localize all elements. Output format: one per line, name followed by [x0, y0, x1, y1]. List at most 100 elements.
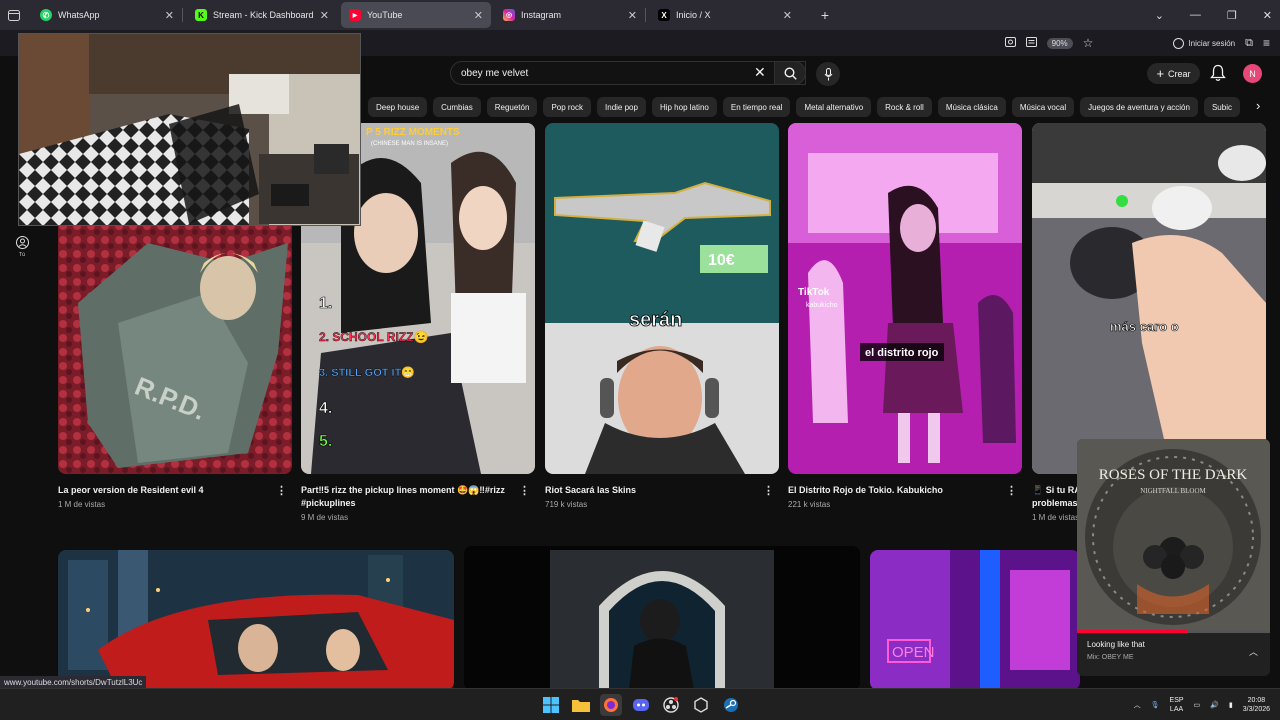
clock[interactable]: 20:08 3/3/2026 — [1243, 696, 1270, 714]
file-explorer-icon[interactable] — [570, 694, 592, 716]
create-button[interactable]: + Crear — [1147, 63, 1200, 84]
distrito-overlay: el distrito rojo — [865, 347, 939, 359]
display-tray-icon[interactable]: ▭ — [1194, 701, 1201, 709]
more-options-icon[interactable]: ⋮ — [1006, 484, 1017, 497]
search-input[interactable] — [461, 66, 751, 81]
reader-mode-icon[interactable] — [1025, 37, 1037, 49]
language-code: ESP — [1169, 697, 1184, 704]
language-indicator[interactable]: ESP LAA — [1170, 696, 1184, 714]
now-playing-playlist: Mix: OBEY ME — [1087, 654, 1134, 661]
chip[interactable]: Rock & roll — [877, 97, 932, 117]
now-playing-title[interactable]: Looking like that — [1087, 640, 1145, 649]
tab-youtube[interactable]: ▶ YouTube ✕ — [341, 2, 491, 28]
album-art[interactable]: ROSES OF THE DARK NIGHTFALL BLOOM — [1077, 439, 1270, 631]
tab-divider — [182, 8, 183, 22]
chip[interactable]: Deep house — [368, 97, 428, 117]
video-thumbnail[interactable] — [464, 546, 860, 688]
windows-start-icon[interactable] — [540, 694, 562, 716]
tab-x[interactable]: X Inicio / X ✕ — [650, 2, 800, 28]
chevron-down-icon[interactable]: ⌄ — [1155, 9, 1164, 22]
more-options-icon[interactable]: ⋮ — [276, 484, 287, 497]
menu-icon[interactable]: ≡ — [1263, 36, 1270, 50]
clear-search-icon[interactable]: ✕ — [754, 64, 766, 81]
whatsapp-icon: ✆ — [40, 9, 52, 21]
instagram-icon: ◎ — [503, 9, 515, 21]
short-views: 1 M de vistas — [1032, 513, 1080, 522]
screenshot-icon[interactable] — [1004, 37, 1016, 49]
chip[interactable]: Música clásica — [937, 97, 1006, 117]
close-window-button[interactable]: ✕ — [1263, 9, 1272, 22]
short-thumbnail[interactable]: 10€ serán — [545, 123, 779, 474]
short-title[interactable]: Part‼5 rizz the pickup lines moment 🤩😱‼#… — [301, 484, 511, 510]
nav-you[interactable]: Tú — [0, 236, 44, 258]
chip[interactable]: Indie pop — [597, 97, 646, 117]
video-thumbnail[interactable] — [58, 550, 454, 688]
voice-search-button[interactable] — [816, 62, 840, 86]
close-tab-icon[interactable]: ✕ — [320, 9, 329, 22]
extensions-icon[interactable]: ⧉ — [1245, 37, 1253, 50]
close-tab-icon[interactable]: ✕ — [474, 9, 483, 22]
firefox-icon[interactable] — [600, 694, 622, 716]
create-label: Crear — [1168, 68, 1191, 79]
volume-icon[interactable]: 🔊 — [1210, 701, 1219, 709]
mini-player[interactable]: ROSES OF THE DARK NIGHTFALL BLOOM Lookin… — [1077, 439, 1270, 676]
account-icon — [1173, 37, 1185, 49]
chevron-right-icon[interactable]: › — [1256, 98, 1260, 113]
restore-button[interactable]: ❐ — [1227, 9, 1237, 22]
chip[interactable]: En tiempo real — [722, 97, 791, 117]
close-tab-icon[interactable]: ✕ — [165, 9, 174, 22]
keyboard-layout: LAA — [1169, 706, 1184, 713]
short-title[interactable]: La peor version de Resident evil 4 — [58, 484, 268, 497]
steam-icon[interactable] — [720, 694, 742, 716]
tab-label: Instagram — [521, 10, 562, 20]
video-thumbnail[interactable]: OPEN — [870, 550, 1080, 688]
unity-icon[interactable] — [690, 694, 712, 716]
tab-overview-icon[interactable] — [0, 0, 28, 30]
short-thumbnail[interactable]: más caro o — [1032, 123, 1266, 474]
microphone-icon — [824, 67, 832, 80]
zoom-level-badge[interactable]: 90% — [1046, 37, 1073, 49]
avatar[interactable]: N — [1243, 64, 1262, 83]
chip[interactable]: Subic — [1203, 97, 1240, 117]
battery-icon[interactable]: ▮ — [1229, 701, 1233, 709]
bookmark-star-icon[interactable]: ☆ — [1083, 36, 1094, 50]
tab-divider — [645, 8, 646, 22]
tab-instagram[interactable]: ◎ Instagram ✕ — [495, 2, 645, 28]
chip[interactable]: Reguetón — [486, 97, 538, 117]
rizz-sub-overlay: (CHINESE MAN IS INSANE) — [371, 141, 448, 147]
expand-chevron-icon[interactable]: ︿ — [1249, 645, 1258, 658]
open-sign-overlay: OPEN — [892, 644, 935, 661]
short-thumbnail[interactable]: TikTok kabukicho el distrito rojo — [788, 123, 1022, 474]
tray-overflow-icon[interactable]: ︿ — [1134, 700, 1141, 710]
more-options-icon[interactable]: ⋮ — [763, 484, 774, 497]
seran-overlay: serán — [629, 309, 682, 331]
webcam-pip-overlay[interactable] — [18, 33, 361, 226]
search-button[interactable] — [774, 61, 806, 85]
signin-button[interactable]: Iniciar sesión — [1173, 37, 1235, 49]
close-tab-icon[interactable]: ✕ — [783, 9, 792, 22]
chip[interactable]: Juegos de aventura y acción — [1080, 97, 1198, 117]
rizz-list-item: 3. STILL GOT IT😁 — [319, 366, 415, 379]
microphone-tray-icon[interactable]: 🎙 — [1151, 701, 1160, 709]
short-title[interactable]: Riot Sacará las Skins — [545, 484, 755, 497]
obs-icon[interactable] — [660, 694, 682, 716]
taskbar-apps — [540, 694, 742, 716]
minimize-button[interactable]: — — [1190, 9, 1201, 21]
discord-icon[interactable] — [630, 694, 652, 716]
more-options-icon[interactable]: ⋮ — [519, 484, 530, 497]
new-tab-button[interactable]: + — [814, 7, 836, 23]
chip[interactable]: Hip hop latino — [651, 97, 717, 117]
chip[interactable]: Cumbias — [433, 97, 481, 117]
notifications-bell-icon[interactable] — [1210, 64, 1226, 82]
chip[interactable]: Pop rock — [543, 97, 592, 117]
short-title[interactable]: El Distrito Rojo de Tokio. Kabukicho — [788, 484, 998, 497]
chip[interactable]: Metal alternativo — [796, 97, 872, 117]
tab-kick-dashboard[interactable]: K Stream - Kick Dashboard ✕ — [187, 2, 337, 28]
filter-chips: Deep house Cumbias Reguetón Pop rock Ind… — [368, 97, 1258, 117]
playback-progress[interactable] — [1077, 630, 1270, 633]
user-icon — [15, 236, 29, 249]
chip[interactable]: Música vocal — [1011, 97, 1075, 117]
youtube-icon: ▶ — [349, 9, 361, 21]
close-tab-icon[interactable]: ✕ — [628, 9, 637, 22]
tab-whatsapp[interactable]: ✆ WhatsApp ✕ — [32, 2, 182, 28]
